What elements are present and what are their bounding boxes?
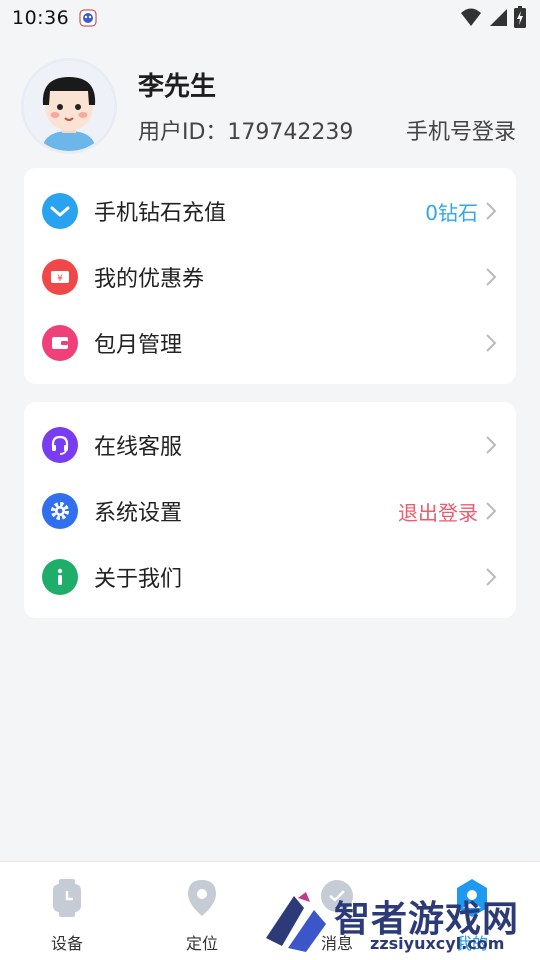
nav-tab-location[interactable]: 定位 xyxy=(162,878,242,954)
chevron-right-icon xyxy=(486,436,497,454)
gear-icon xyxy=(42,493,78,529)
diamond-balance: 0钻石 xyxy=(425,200,478,225)
watermark: 智者游戏网 zzsiyuxcyl.com xyxy=(262,878,540,960)
svg-text:¥: ¥ xyxy=(57,274,63,284)
location-pin-icon xyxy=(188,880,216,916)
menu-item-customer-service[interactable]: 在线客服 xyxy=(24,412,516,478)
coupon-icon: ¥ xyxy=(42,259,78,295)
menu-item-system-settings[interactable]: 系统设置 退出登录 xyxy=(24,478,516,544)
avatar[interactable] xyxy=(24,61,114,151)
watermark-logo xyxy=(266,892,326,952)
wallet-icon xyxy=(42,325,78,361)
status-time: 10:36 xyxy=(12,7,70,29)
status-icons xyxy=(460,6,526,28)
nav-tab-device[interactable]: 设备 xyxy=(27,878,107,954)
chevron-right-icon xyxy=(486,502,497,520)
menu-card-support: 在线客服 系统设置 退出登录 关于我们 xyxy=(24,402,516,618)
cell-signal-icon xyxy=(490,9,507,26)
menu-item-about-us[interactable]: 关于我们 xyxy=(24,544,516,610)
logout-link[interactable]: 退出登录 xyxy=(398,497,478,526)
chevron-right-icon xyxy=(486,334,497,352)
phone-login-link[interactable]: 手机号登录 xyxy=(406,114,516,146)
menu-item-coupons[interactable]: ¥ 我的优惠券 xyxy=(24,244,516,310)
menu-card-account: 手机钻石充值 0钻石 ¥ 我的优惠券 包月管理 xyxy=(24,168,516,384)
headset-icon xyxy=(42,427,78,463)
info-icon xyxy=(42,559,78,595)
chevron-right-icon xyxy=(486,268,497,286)
menu-item-label: 我的优惠券 xyxy=(94,267,205,292)
diamond-icon xyxy=(42,193,78,229)
menu-item-diamond-recharge[interactable]: 手机钻石充值 0钻石 xyxy=(24,178,516,244)
nav-label: 定位 xyxy=(185,934,218,953)
menu-item-label: 手机钻石充值 xyxy=(94,201,227,226)
watch-icon xyxy=(53,879,81,917)
wifi-icon xyxy=(461,8,481,26)
battery-charging-icon xyxy=(514,6,526,28)
menu-item-monthly-subscription[interactable]: 包月管理 xyxy=(24,310,516,376)
user-id: 用户ID：179742239 xyxy=(138,120,354,145)
menu-item-label: 关于我们 xyxy=(94,567,183,592)
watermark-url: zzsiyuxcyl.com xyxy=(370,934,505,953)
menu-item-label: 系统设置 xyxy=(94,501,183,526)
chevron-right-icon xyxy=(486,202,497,220)
user-name: 李先生 xyxy=(138,72,217,102)
profile-header: 李先生 用户ID：179742239 手机号登录 xyxy=(0,58,540,158)
status-bar: 10:36 xyxy=(0,0,540,36)
chevron-right-icon xyxy=(486,568,497,586)
menu-item-label: 包月管理 xyxy=(94,333,183,358)
nav-label: 设备 xyxy=(50,934,83,953)
avatar-illustration xyxy=(24,61,114,151)
app-notification-icon xyxy=(79,9,97,27)
menu-item-label: 在线客服 xyxy=(94,435,183,460)
